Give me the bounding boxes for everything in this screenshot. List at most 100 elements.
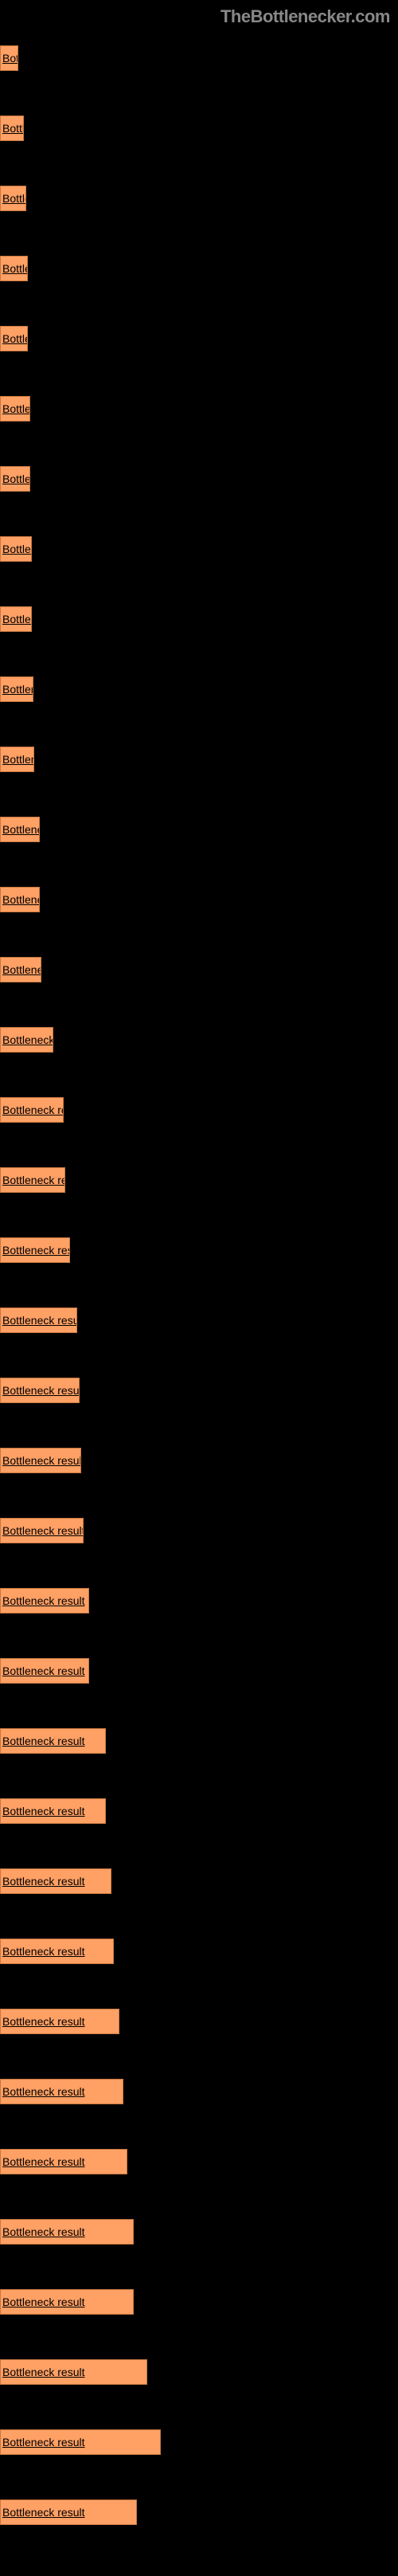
bar-label-link[interactable]: Bottleneck result (2, 2436, 85, 2449)
bar-row: Bottleneck result (0, 527, 398, 562)
bar-label-link[interactable]: Bottleneck result (2, 1875, 85, 1888)
bar[interactable]: Bottleneck result (0, 186, 26, 211)
bar[interactable]: Bottleneck result (0, 1728, 106, 1754)
bar-row: Bottleneck result (0, 1789, 398, 1824)
bar-row: Bottleneck result (0, 1158, 398, 1193)
bar[interactable]: Bottleneck result (0, 1518, 84, 1543)
bar[interactable]: Bottleneck result (0, 1448, 81, 1473)
bar[interactable]: Bottleneck result (0, 957, 41, 982)
bar-row: Bottleneck result (0, 2069, 398, 2104)
bar[interactable]: Bottleneck result (0, 396, 30, 421)
bar-row: Bottleneck result (0, 1368, 398, 1403)
bar-row: Bottleneck result (0, 1088, 398, 1123)
bar-label-link[interactable]: Bottleneck result (2, 1244, 69, 1257)
bar-chart: Bottleneck result Bottleneck result Bottle… (0, 0, 398, 2576)
bar[interactable]: Bottleneck result (0, 2429, 161, 2455)
bar-label-link[interactable]: Bottleneck result (2, 823, 39, 836)
bar-row: Bottleneck result (0, 1438, 398, 1473)
bar-label-link[interactable]: Bottleneck result (2, 753, 33, 766)
bar-label-link[interactable]: Bottleneck result (2, 2155, 85, 2168)
bar[interactable]: Bottleneck result (0, 256, 28, 281)
bar-label-link[interactable]: Bottleneck result (2, 402, 29, 415)
bar[interactable]: Bottleneck result (0, 2079, 123, 2104)
bar-label-link[interactable]: Bottleneck result (2, 1594, 85, 1607)
bar-label-link[interactable]: Bottleneck result (2, 2015, 85, 2028)
bar[interactable]: Bottleneck result (0, 2009, 119, 2034)
bar[interactable]: Bottleneck result (0, 747, 34, 772)
bar[interactable]: Bottleneck result (0, 676, 33, 702)
bar[interactable]: Bottleneck result (0, 45, 18, 71)
bar-label-link[interactable]: Bottleneck result (2, 262, 27, 275)
bar[interactable]: Bottleneck result (0, 116, 24, 141)
bar[interactable]: Bottleneck result (0, 817, 40, 842)
bar[interactable]: Bottleneck result (0, 2149, 127, 2174)
bar-row: Bottleneck result (0, 807, 398, 842)
bar[interactable]: Bottleneck result (0, 1939, 114, 1964)
bar[interactable]: Bottleneck result (0, 1308, 77, 1333)
bar-label-link[interactable]: Bottleneck result (2, 683, 33, 696)
bar-row: Bottleneck result (0, 1298, 398, 1333)
bar-label-link[interactable]: Bottleneck result (2, 543, 31, 555)
bar-label-link[interactable]: Bottleneck result (2, 1524, 83, 1537)
bar[interactable]: Bottleneck result (0, 1097, 64, 1123)
bar-label-link[interactable]: Bottleneck result (2, 1805, 85, 1817)
bar-label-link[interactable]: Bottleneck result (2, 1454, 80, 1467)
bar[interactable]: Bottleneck result (0, 1868, 111, 1894)
bar-label-link[interactable]: Bottleneck result (2, 472, 29, 485)
bar-row: Bottleneck result (0, 2139, 398, 2174)
bar-label-link[interactable]: Bottleneck result (2, 1314, 76, 1327)
bar-label-link[interactable]: Bottleneck result (2, 52, 18, 65)
bar[interactable]: Bottleneck result (0, 606, 32, 632)
bar-row: Bottleneck result (0, 1649, 398, 1684)
bar[interactable]: Bottleneck result (0, 2359, 147, 2385)
bar-row: Bottleneck result (0, 667, 398, 702)
bar-label-link[interactable]: Bottleneck result (2, 2506, 85, 2519)
bar[interactable]: Bottleneck result (0, 326, 28, 351)
bar-row: Bottleneck result (0, 2280, 398, 2315)
bar-row: Bottleneck result (0, 1228, 398, 1263)
bar-label-link[interactable]: Bottleneck result (2, 1033, 53, 1046)
bar-row: Bottleneck result (0, 316, 398, 351)
bar[interactable]: Bottleneck result (0, 2219, 134, 2245)
bar-row: Bottleneck result (0, 1017, 398, 1053)
bar-label-link[interactable]: Bottleneck result (2, 1104, 63, 1116)
bar-label-link[interactable]: Bottleneck result (2, 2085, 85, 2098)
bar-row: Bottleneck result (0, 246, 398, 281)
bar[interactable]: Bottleneck result (0, 1798, 106, 1824)
bar[interactable]: Bottleneck result (0, 887, 40, 912)
bar-label-link[interactable]: Bottleneck result (2, 192, 25, 205)
bar-label-link[interactable]: Bottleneck result (2, 613, 31, 625)
bar-label-link[interactable]: Bottleneck result (2, 2366, 85, 2378)
bar-row: Bottleneck result (0, 737, 398, 772)
bar[interactable]: Bottleneck result (0, 1378, 80, 1403)
bar[interactable]: Bottleneck result (0, 1658, 89, 1684)
bar[interactable]: Bottleneck result (0, 2500, 137, 2525)
bar[interactable]: Bottleneck result (0, 536, 32, 562)
bar-row: Bottleneck result (0, 947, 398, 982)
bar-label-link[interactable]: Bottleneck result (2, 963, 41, 976)
bar-row: Bottleneck result (0, 106, 398, 141)
bar[interactable]: Bottleneck result (0, 1167, 65, 1193)
bar-row: Bottleneck result (0, 176, 398, 211)
bar-label-link[interactable]: Bottleneck result (2, 1945, 85, 1958)
bar-label-link[interactable]: Bottleneck result (2, 1735, 85, 1747)
bar-label-link[interactable]: Bottleneck result (2, 1174, 64, 1186)
bar-label-link[interactable]: Bottleneck result (2, 122, 23, 135)
bar-label-link[interactable]: Bottleneck result (2, 1384, 79, 1397)
bar[interactable]: Bottleneck result (0, 2289, 134, 2315)
bar-label-link[interactable]: Bottleneck result (2, 332, 27, 345)
bar-row: Bottleneck result (0, 2209, 398, 2245)
bar-label-link[interactable]: Bottleneck result (2, 2225, 85, 2238)
bar-row: Bottleneck result (0, 597, 398, 632)
bar[interactable]: Bottleneck result (0, 466, 30, 492)
bar-row: Bottleneck result (0, 457, 398, 492)
bar-label-link[interactable]: Bottleneck result (2, 1664, 85, 1677)
bar-label-link[interactable]: Bottleneck result (2, 2296, 85, 2308)
bar-row: Bottleneck result (0, 1999, 398, 2034)
bar[interactable]: Bottleneck result (0, 1588, 89, 1613)
bar-row: Bottleneck result (0, 877, 398, 912)
bar-row: Bottleneck result (0, 1719, 398, 1754)
bar[interactable]: Bottleneck result (0, 1027, 53, 1053)
bar[interactable]: Bottleneck result (0, 1237, 70, 1263)
bar-label-link[interactable]: Bottleneck result (2, 893, 39, 906)
